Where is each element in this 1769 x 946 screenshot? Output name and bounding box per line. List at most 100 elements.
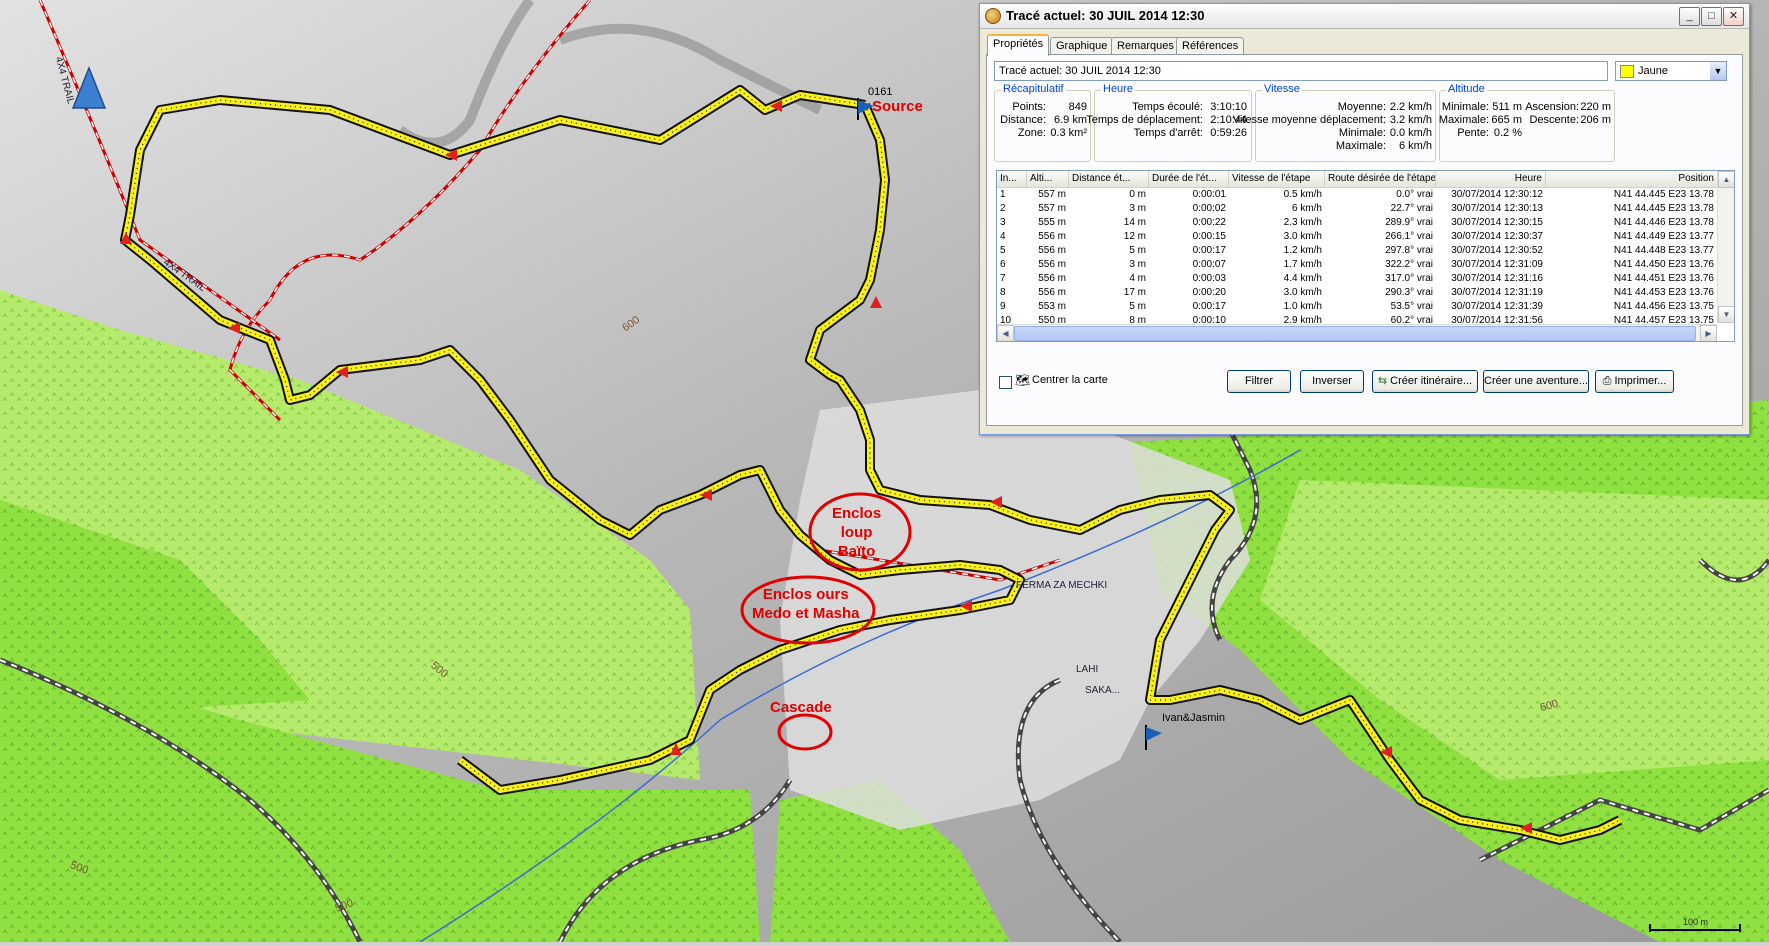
table-cell: 556 m — [1038, 245, 1066, 256]
scroll-up-icon[interactable]: ▲ — [1718, 171, 1734, 188]
tab-references[interactable]: Références — [1176, 37, 1245, 54]
table-cell: 22.7° vrai — [1390, 203, 1433, 214]
vitesse-value: 6 km/h — [1398, 140, 1432, 152]
horizontal-scrollbar[interactable]: ◀ ▶ — [997, 324, 1717, 341]
color-select[interactable]: Jaune ▼ — [1615, 61, 1727, 81]
creer-itineraire-button[interactable]: ⇆ Créer itinéraire... — [1372, 370, 1478, 393]
route-icon: ⇆ — [1377, 375, 1388, 387]
table-cell: 30/07/2014 12:31:09 — [1451, 259, 1543, 270]
heure-value: 3:10:10 — [1210, 101, 1247, 113]
table-cell: 556 m — [1038, 273, 1066, 284]
table-cell: 1.7 km/h — [1283, 259, 1322, 270]
table-row[interactable]: 5 556 m 5 m 0:00:17 1.2 km/h 297.8° vrai 30/07… — [997, 244, 1717, 258]
table-cell: 556 m — [1038, 287, 1066, 298]
altitude-value: 665 m — [1491, 114, 1522, 126]
altitude-label: Minimale: — [1441, 101, 1489, 113]
table-cell: 30/07/2014 12:31:16 — [1451, 273, 1543, 284]
table-cell: 30/07/2014 12:31:39 — [1451, 301, 1543, 312]
column-header[interactable]: Heure — [1436, 171, 1546, 187]
minimize-button[interactable]: _ — [1679, 7, 1700, 26]
maximize-button[interactable]: □ — [1701, 7, 1722, 26]
scroll-down-icon[interactable]: ▼ — [1718, 306, 1734, 323]
table-cell: 14 m — [1123, 217, 1146, 228]
table-cell: 30/07/2014 12:30:15 — [1451, 217, 1543, 228]
tab-remarques[interactable]: Remarques — [1111, 37, 1180, 54]
column-header[interactable]: Alti... — [1027, 171, 1069, 187]
table-cell: N41 44.451 E23 13.76 — [1613, 273, 1714, 284]
printer-icon: ⎙ — [1602, 375, 1612, 387]
table-cell: 0:00:20 — [1192, 287, 1226, 298]
properties-panel: Tracé actuel: 30 JUIL 2014 12:30 Jaune ▼… — [986, 54, 1743, 426]
track-name-input[interactable]: Tracé actuel: 30 JUIL 2014 12:30 — [994, 61, 1608, 81]
table-cell: 0:00:01 — [1192, 189, 1226, 200]
waypoint-label[interactable]: 0161 — [868, 86, 892, 98]
vertical-scrollbar[interactable]: ▲ ▼ — [1717, 171, 1734, 323]
column-header[interactable]: Route désirée de l'étape — [1325, 171, 1436, 187]
table-row[interactable]: 3 555 m 14 m 0:00:22 2.3 km/h 289.9° vrai 30/0… — [997, 216, 1717, 230]
place-label: SAKA... — [1085, 685, 1121, 696]
center-map-checkbox[interactable] — [999, 376, 1012, 389]
chevron-down-icon[interactable]: ▼ — [1710, 62, 1726, 80]
column-header[interactable]: Durée de l'ét... — [1149, 171, 1229, 187]
heure-group: Heure Temps écoulé: Temps de déplacement… — [1086, 83, 1252, 162]
filtrer-button[interactable]: Filtrer — [1227, 370, 1291, 393]
table-cell: 553 m — [1038, 301, 1066, 312]
altitude-title: Altitude — [1446, 83, 1487, 95]
table-cell: 7 — [1000, 273, 1006, 284]
column-header[interactable]: Vitesse de l'étape — [1229, 171, 1325, 187]
table-cell: 5 — [1000, 245, 1006, 256]
table-cell: 4.4 km/h — [1283, 273, 1322, 284]
table-cell: 17 m — [1123, 287, 1146, 298]
table-cell: 0:00:03 — [1192, 273, 1226, 284]
table-cell: N41 44.450 E23 13.76 — [1613, 259, 1714, 270]
table-cell: 556 m — [1038, 259, 1066, 270]
table-cell: 297.8° vrai — [1385, 245, 1433, 256]
creer-aventure-button[interactable]: Créer une aventure... — [1483, 370, 1589, 393]
center-map-label: Centrer la carte — [1032, 374, 1108, 386]
table-row[interactable]: 1 557 m 0 m 0:00:01 0.5 km/h 0.0° vrai 30/07/2… — [997, 188, 1717, 202]
table-row[interactable]: 6 556 m 3 m 0:00:07 1.7 km/h 322.2° vrai 30/07… — [997, 258, 1717, 272]
window-titlebar[interactable]: Tracé actuel: 30 JUIL 2014 12:30 _ □ ✕ — [980, 4, 1749, 29]
scroll-left-icon[interactable]: ◀ — [997, 325, 1014, 341]
vitesse-label: Maximale: — [1335, 140, 1386, 152]
source-annotation: Source — [872, 98, 923, 115]
table-cell: 3 m — [1129, 259, 1146, 270]
column-header[interactable]: In... — [997, 171, 1027, 187]
column-header[interactable]: Distance ét... — [1069, 171, 1149, 187]
waypoint-label[interactable]: Ivan&Jasmin — [1162, 712, 1225, 724]
track-points-table[interactable]: In... Alti... Distance ét... Durée de l'… — [996, 170, 1735, 342]
table-row[interactable]: 9 553 m 5 m 0:00:17 1.0 km/h 53.5° vrai 30/07/… — [997, 300, 1717, 314]
app-icon — [985, 8, 1001, 24]
track-properties-window[interactable]: Tracé actuel: 30 JUIL 2014 12:30 _ □ ✕ P… — [979, 3, 1750, 435]
altitude-value: 220 m — [1580, 101, 1611, 113]
scroll-thumb[interactable] — [1014, 326, 1696, 341]
table-row[interactable]: 7 556 m 4 m 0:00:03 4.4 km/h 317.0° vrai 30/07… — [997, 272, 1717, 286]
creer-itineraire-label: Créer itinéraire... — [1390, 375, 1473, 387]
close-button[interactable]: ✕ — [1723, 7, 1744, 26]
inverser-button[interactable]: Inverser — [1300, 370, 1364, 393]
table-cell: 0 m — [1129, 189, 1146, 200]
column-header[interactable]: Position — [1546, 171, 1717, 187]
table-cell: 3 — [1000, 217, 1006, 228]
table-row[interactable]: 4 556 m 12 m 0:00:15 3.0 km/h 266.1° vrai 30/0… — [997, 230, 1717, 244]
scroll-right-icon[interactable]: ▶ — [1700, 325, 1717, 341]
table-cell: N41 44.449 E23 13.77 — [1613, 231, 1714, 242]
tab-graphique[interactable]: Graphique — [1050, 37, 1114, 54]
table-cell: N41 44.453 E23 13.76 — [1613, 287, 1714, 298]
map-icon: 🗺 — [1015, 373, 1031, 387]
tab-proprietes[interactable]: Propriétés — [987, 34, 1050, 56]
color-label: Jaune — [1638, 65, 1668, 77]
vitesse-title: Vitesse — [1262, 83, 1302, 95]
table-cell: 0:00:07 — [1192, 259, 1226, 270]
scale-label: 100 m — [1683, 917, 1709, 927]
imprimer-button[interactable]: ⎙ Imprimer... — [1595, 370, 1674, 393]
table-row[interactable]: 8 556 m 17 m 0:00:20 3.0 km/h 290.3° vrai 30/0… — [997, 286, 1717, 300]
table-cell: N41 44.446 E23 13.78 — [1613, 217, 1714, 228]
table-cell: 322.2° vrai — [1385, 259, 1433, 270]
altitude-group: Altitude Minimale: Maximale: Pente: 511 … — [1439, 83, 1615, 162]
table-row[interactable]: 2 557 m 3 m 0:00:02 6 km/h 22.7° vrai 30/07/20… — [997, 202, 1717, 216]
table-cell: 53.5° vrai — [1390, 301, 1433, 312]
table-cell: 30/07/2014 12:30:52 — [1451, 245, 1543, 256]
table-cell: N41 44.445 E23 13.78 — [1613, 203, 1714, 214]
table-cell: 4 m — [1129, 273, 1146, 284]
